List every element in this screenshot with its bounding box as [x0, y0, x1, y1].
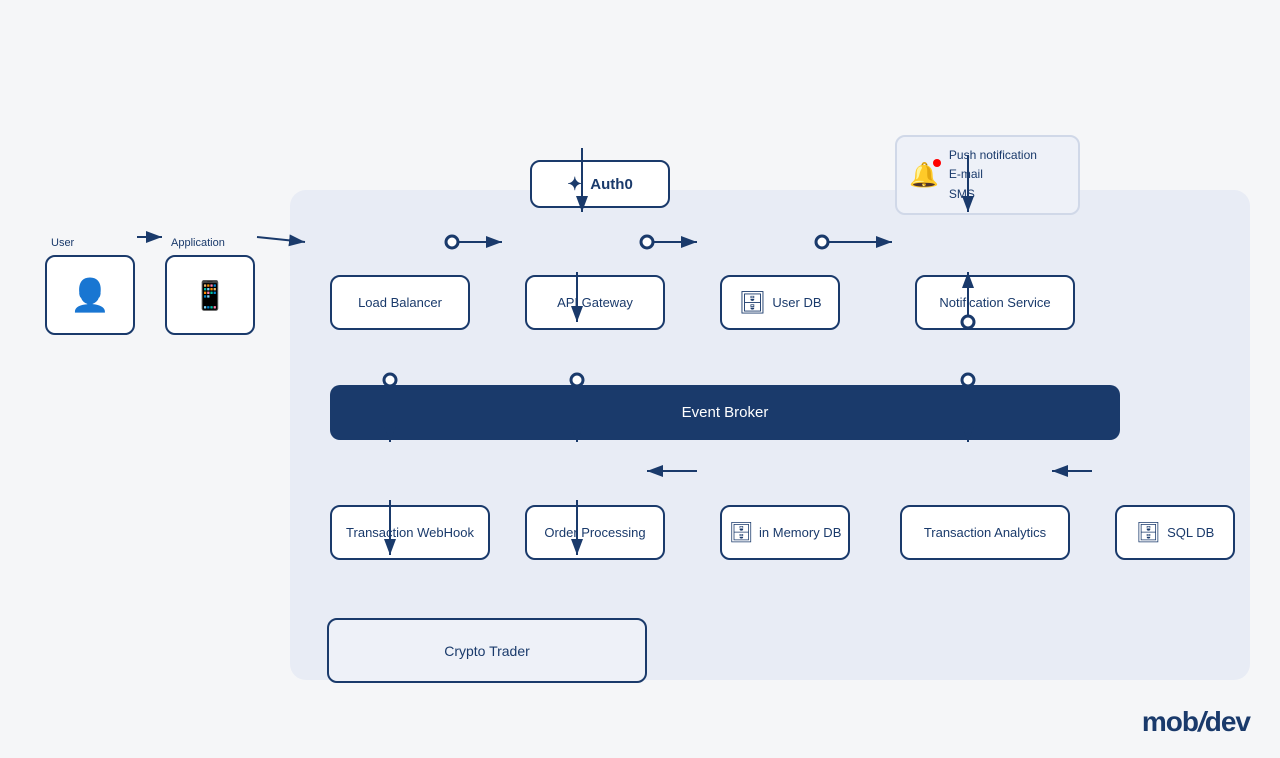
sms-label: SMS — [949, 185, 1037, 204]
user-db-icon: 🗄 — [738, 290, 766, 316]
order-processing-node: Order Processing — [525, 505, 665, 560]
order-processing-label: Order Processing — [544, 525, 645, 540]
transaction-analytics-label: Transaction Analytics — [924, 525, 1046, 540]
notification-info-text: Push notification E-mail SMS — [949, 146, 1037, 204]
notification-service-node: Notification Service — [915, 275, 1075, 330]
bell-icon: 🔔 — [909, 161, 939, 190]
load-balancer-node: Load Balancer — [330, 275, 470, 330]
load-balancer-label: Load Balancer — [358, 295, 442, 310]
mobidev-logo: mob/dev — [1142, 706, 1250, 738]
event-broker-label: Event Broker — [682, 404, 769, 421]
mobile-icon: 📱 — [193, 279, 228, 312]
crypto-trader-label: Crypto Trader — [444, 643, 530, 659]
user-label: User — [51, 237, 74, 249]
mobidev-slash: / — [1198, 706, 1205, 737]
sql-db-icon: 🗄 — [1136, 520, 1161, 545]
mobidev-text1: mob — [1142, 706, 1198, 737]
sql-db-node: 🗄 SQL DB — [1115, 505, 1235, 560]
application-label: Application — [171, 237, 225, 249]
event-broker-node: Event Broker — [330, 385, 1120, 440]
memory-db-icon: 🗄 — [729, 520, 754, 545]
notification-service-label: Notification Service — [939, 295, 1050, 310]
transaction-webhook-label: Transaction WebHook — [346, 525, 474, 540]
api-gateway-label: API Gateway — [557, 295, 633, 310]
sql-db-label: SQL DB — [1167, 525, 1214, 540]
crypto-trader-node: Crypto Trader — [327, 618, 647, 683]
email-label: E-mail — [949, 165, 1037, 184]
memory-db-label: in Memory DB — [759, 525, 841, 540]
transaction-analytics-node: Transaction Analytics — [900, 505, 1070, 560]
user-node: User 👤 — [45, 255, 135, 335]
user-icon: 👤 — [70, 276, 110, 314]
memory-db-node: 🗄 in Memory DB — [720, 505, 850, 560]
api-gateway-node: API Gateway — [525, 275, 665, 330]
transaction-webhook-node: Transaction WebHook — [330, 505, 490, 560]
auth0-star-icon: ✦ — [567, 174, 582, 195]
user-db-node: 🗄 User DB — [720, 275, 840, 330]
application-node: Application 📱 — [165, 255, 255, 335]
notification-info-box: 🔔 Push notification E-mail SMS — [895, 135, 1080, 215]
mobidev-text2: dev — [1205, 706, 1250, 737]
auth0-label: Auth0 — [590, 176, 633, 193]
push-notification-label: Push notification — [949, 146, 1037, 165]
diagram-area: ✦ Auth0 🔔 Push notification E-mail SMS U… — [20, 60, 1260, 710]
auth0-node: ✦ Auth0 — [530, 160, 670, 208]
user-db-label: User DB — [772, 295, 821, 310]
